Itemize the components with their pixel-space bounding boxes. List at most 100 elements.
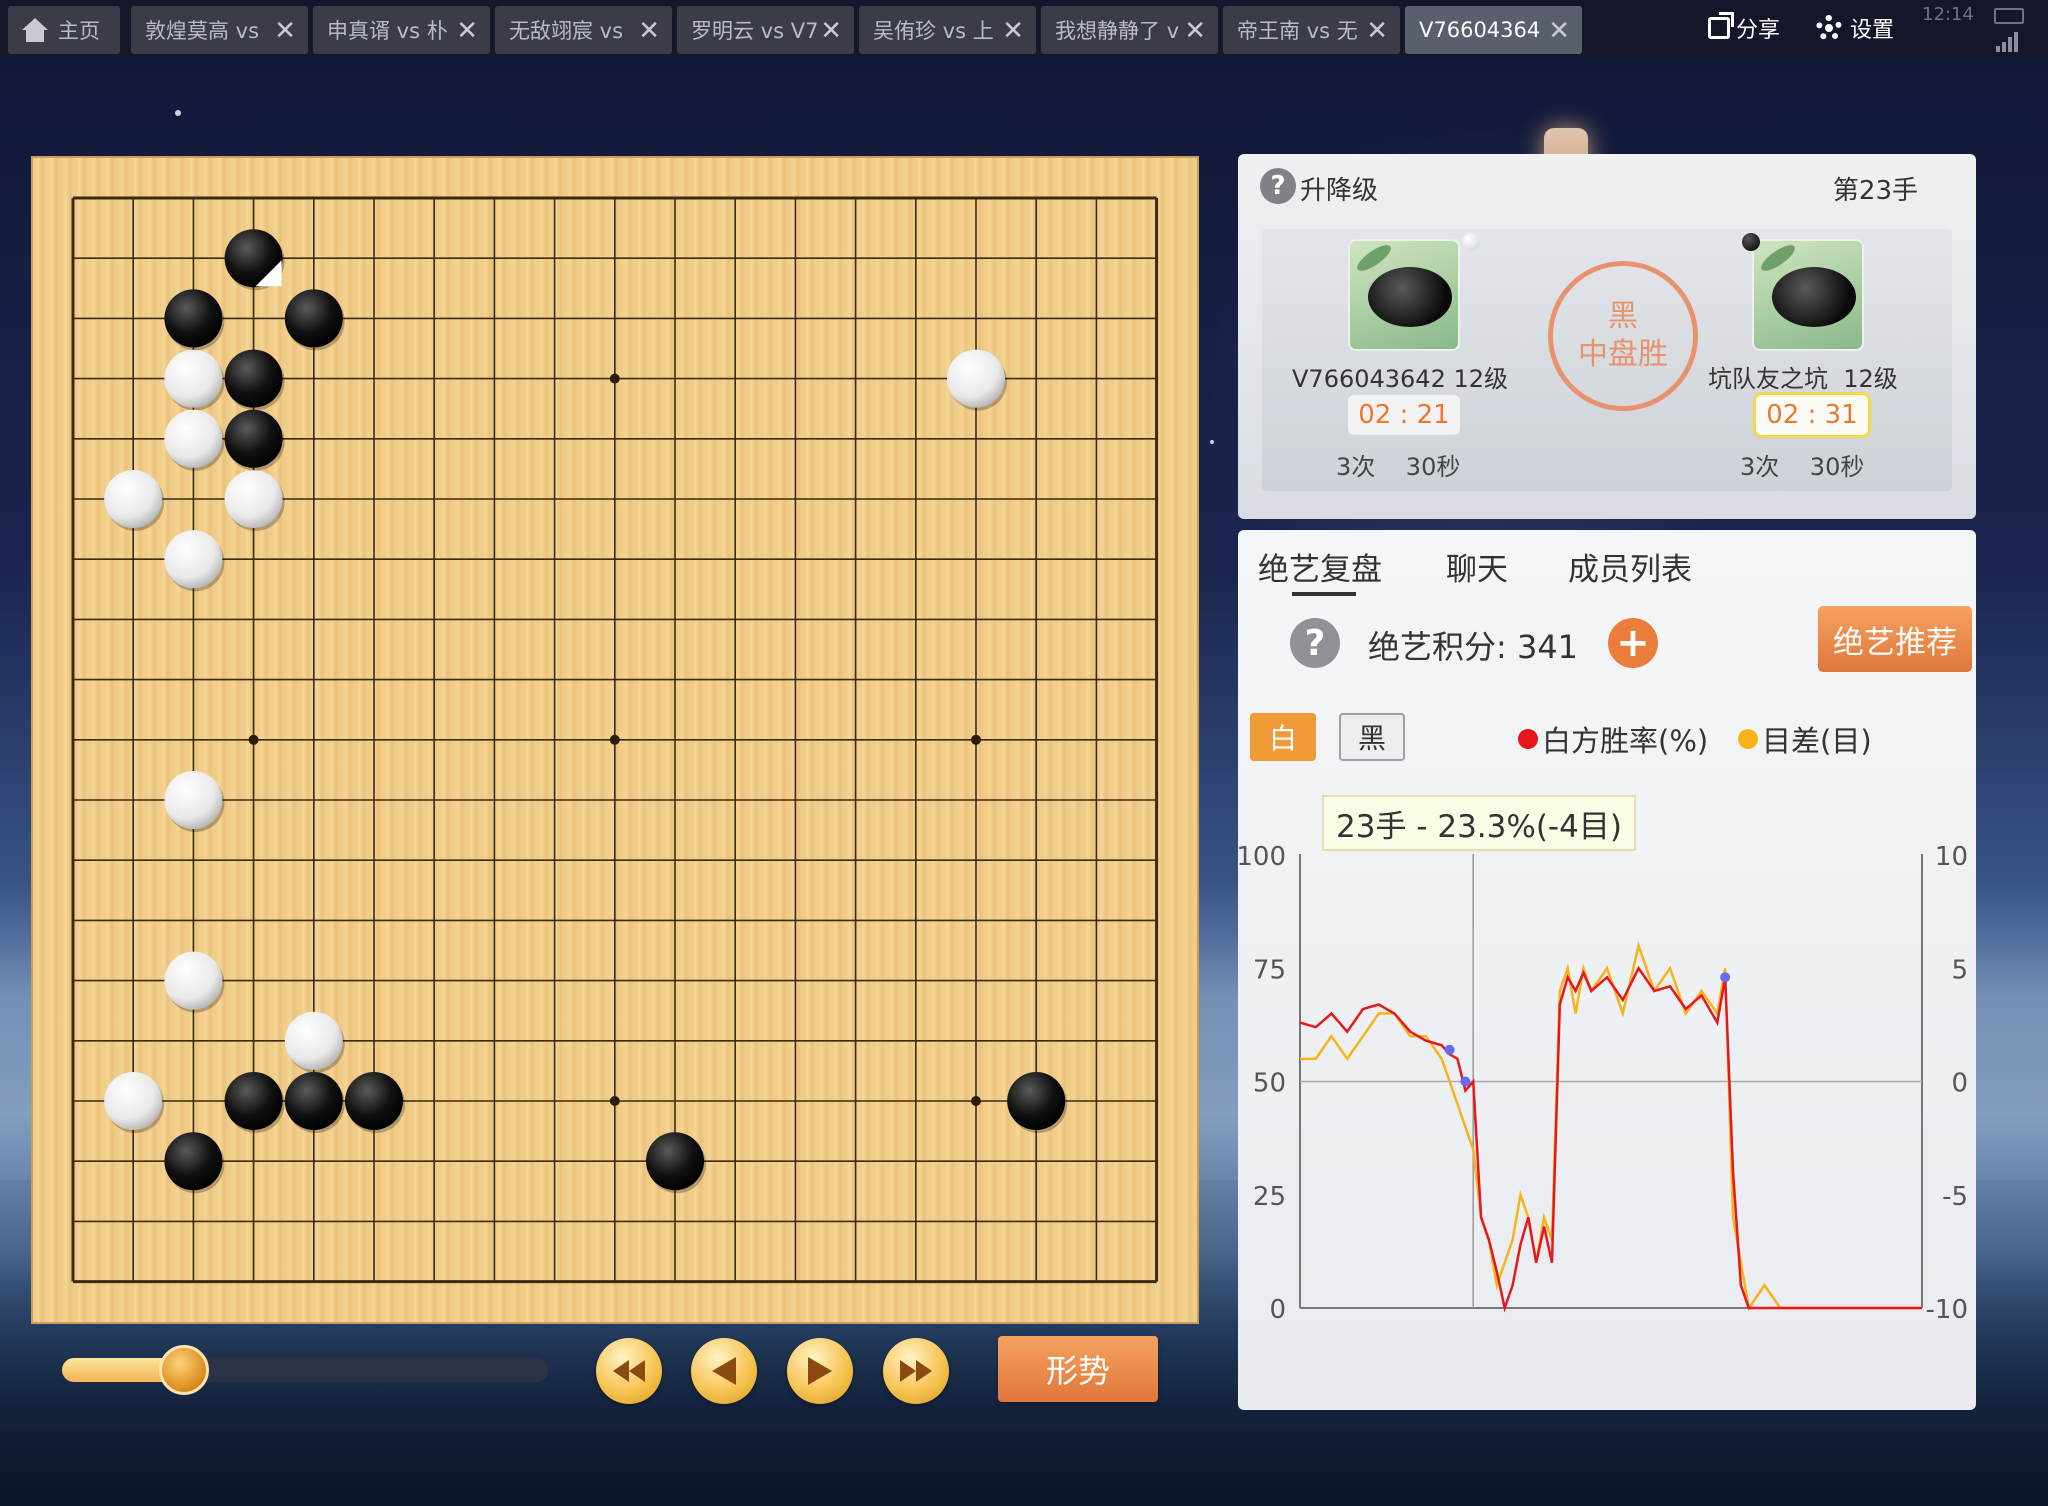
y-tick-right: 5 <box>1951 955 1968 985</box>
chart-tooltip: 23手 - 23.3%(-4目) <box>1322 795 1636 851</box>
tab-game[interactable]: 无敌翊宸 vs ✕ <box>495 6 672 54</box>
tab-label: 罗明云 vs V7 <box>691 19 819 43</box>
share-button[interactable]: 分享 <box>1708 10 1780 46</box>
close-icon[interactable]: ✕ <box>638 16 660 46</box>
next-move-button[interactable] <box>787 1338 853 1404</box>
tab-game[interactable]: 敦煌莫高 vs ✕ <box>131 6 308 54</box>
settings-button[interactable]: 设置 <box>1816 10 1894 46</box>
step-back-icon <box>712 1357 736 1385</box>
share-icon <box>1708 12 1734 39</box>
tab-bar: 主页 敦煌莫高 vs ✕ 申真谞 vs 朴 ✕ 无敌翊宸 vs ✕ 罗明云 vs… <box>0 0 2048 58</box>
close-icon[interactable]: ✕ <box>1548 16 1570 46</box>
board-grid[interactable] <box>33 158 1197 1322</box>
star-decoration <box>1210 440 1214 444</box>
gear-icon <box>1816 15 1842 41</box>
black-stone <box>345 1072 403 1130</box>
avatar[interactable] <box>1350 241 1458 349</box>
white-stone-icon <box>1462 233 1480 251</box>
game-type-label: 升降级 <box>1300 176 1379 206</box>
white-stone <box>164 530 223 589</box>
tab-label: 吴侑珍 vs 上 <box>873 19 994 43</box>
move-slider[interactable] <box>62 1345 548 1395</box>
share-label: 分享 <box>1736 18 1781 43</box>
chart-point <box>1720 972 1731 983</box>
prev-move-button[interactable] <box>691 1338 757 1404</box>
series-winrate-line <box>1299 965 1922 1313</box>
right-player-name: 坑队友之坑 12级 <box>1708 365 1898 393</box>
tab-game[interactable]: 帝王南 vs 无 ✕ <box>1223 6 1400 54</box>
players-card: V766043642 12级 02 : 21 3次 30秒 黑 中盘胜 坑队友之… <box>1262 229 1952 491</box>
avatar[interactable] <box>1754 241 1862 349</box>
close-icon[interactable]: ✕ <box>820 16 842 46</box>
tab-game[interactable]: 罗明云 vs V7 ✕ <box>677 6 854 54</box>
close-icon[interactable]: ✕ <box>1184 16 1206 46</box>
close-icon[interactable]: ✕ <box>274 16 296 46</box>
close-icon[interactable]: ✕ <box>456 16 478 46</box>
series-margin-line <box>1300 941 1922 1312</box>
close-icon[interactable]: ✕ <box>1366 16 1388 46</box>
y-tick-left: 25 <box>1253 1182 1286 1212</box>
y-tick-left: 100 <box>1238 842 1286 872</box>
right-player-timer: 02 : 31 <box>1756 395 1868 435</box>
y-tick-right: -5 <box>1942 1182 1968 1212</box>
left-player-name: V766043642 12级 <box>1292 365 1509 393</box>
white-stone <box>284 1011 343 1070</box>
white-stone <box>104 470 163 528</box>
star-point <box>971 734 981 745</box>
winrate-chart[interactable]: 10075502501050-5-10 <box>1238 530 1976 1410</box>
chart-point <box>1444 1044 1455 1055</box>
slider-handle[interactable] <box>158 1345 209 1395</box>
tab-game[interactable]: 吴侑珍 vs 上 ✕ <box>859 6 1036 54</box>
star-point <box>609 373 620 384</box>
black-stone <box>646 1132 704 1191</box>
white-stone <box>164 349 223 408</box>
black-stone <box>164 289 223 348</box>
black-stone <box>224 409 283 468</box>
y-tick-left: 75 <box>1253 955 1286 985</box>
play-icon <box>808 1357 832 1385</box>
black-stone-icon <box>1742 233 1760 251</box>
analysis-panel: 绝艺复盘 聊天 成员列表 ? 绝艺积分: 341 + 绝艺推荐 白 黑 白方胜率… <box>1238 530 1976 1410</box>
star-decoration <box>175 110 181 116</box>
close-icon[interactable]: ✕ <box>1002 16 1024 46</box>
signal-icon <box>1996 30 2022 52</box>
star-point <box>609 734 620 745</box>
last-move-button[interactable] <box>883 1338 949 1404</box>
chart-point <box>1460 1076 1471 1087</box>
battery-icon <box>1994 8 2024 24</box>
white-stone <box>947 349 1005 408</box>
settings-label: 设置 <box>1850 18 1895 43</box>
tab-game[interactable]: 申真谞 vs 朴 ✕ <box>313 6 490 54</box>
black-stone <box>1007 1072 1066 1130</box>
first-move-button[interactable] <box>596 1338 662 1404</box>
game-info-panel: ? 升降级 第23手 V766043642 12级 02 : 21 3次 30秒… <box>1238 154 1976 519</box>
home-icon <box>22 18 48 42</box>
star-point <box>248 734 259 745</box>
position-estimate-button[interactable]: 形势 <box>998 1336 1158 1402</box>
tab-game[interactable]: 我想静静了 v ✕ <box>1041 6 1218 54</box>
tab-label: 敦煌莫高 vs <box>145 19 260 43</box>
tab-label: 我想静静了 v <box>1055 19 1180 43</box>
rewind-icon <box>613 1360 645 1382</box>
tab-current-game[interactable]: V76604364 ✕ <box>1405 6 1582 54</box>
tab-home[interactable]: 主页 <box>8 6 120 54</box>
black-stone <box>164 1132 223 1191</box>
y-tick-left: 50 <box>1253 1069 1286 1099</box>
star-point <box>609 1096 620 1106</box>
white-stone <box>224 470 283 528</box>
go-board[interactable] <box>33 158 1197 1322</box>
y-tick-right: 10 <box>1935 842 1968 872</box>
black-stone <box>284 1072 343 1130</box>
left-player-timer: 02 : 21 <box>1348 395 1460 435</box>
white-stone <box>164 951 223 1010</box>
tab-label: V76604364 <box>1419 18 1541 42</box>
left-player-byoyomi: 3次 30秒 <box>1336 453 1461 481</box>
help-icon[interactable]: ? <box>1260 168 1296 204</box>
tab-label: 无敌翊宸 vs <box>509 19 624 43</box>
black-stone <box>224 349 283 408</box>
move-number: 第23手 <box>1832 176 1918 206</box>
y-tick-right: 0 <box>1951 1069 1968 1099</box>
status-clock: 12:14 <box>1922 4 1974 25</box>
black-stone <box>284 289 343 348</box>
y-tick-left: 0 <box>1269 1295 1286 1325</box>
